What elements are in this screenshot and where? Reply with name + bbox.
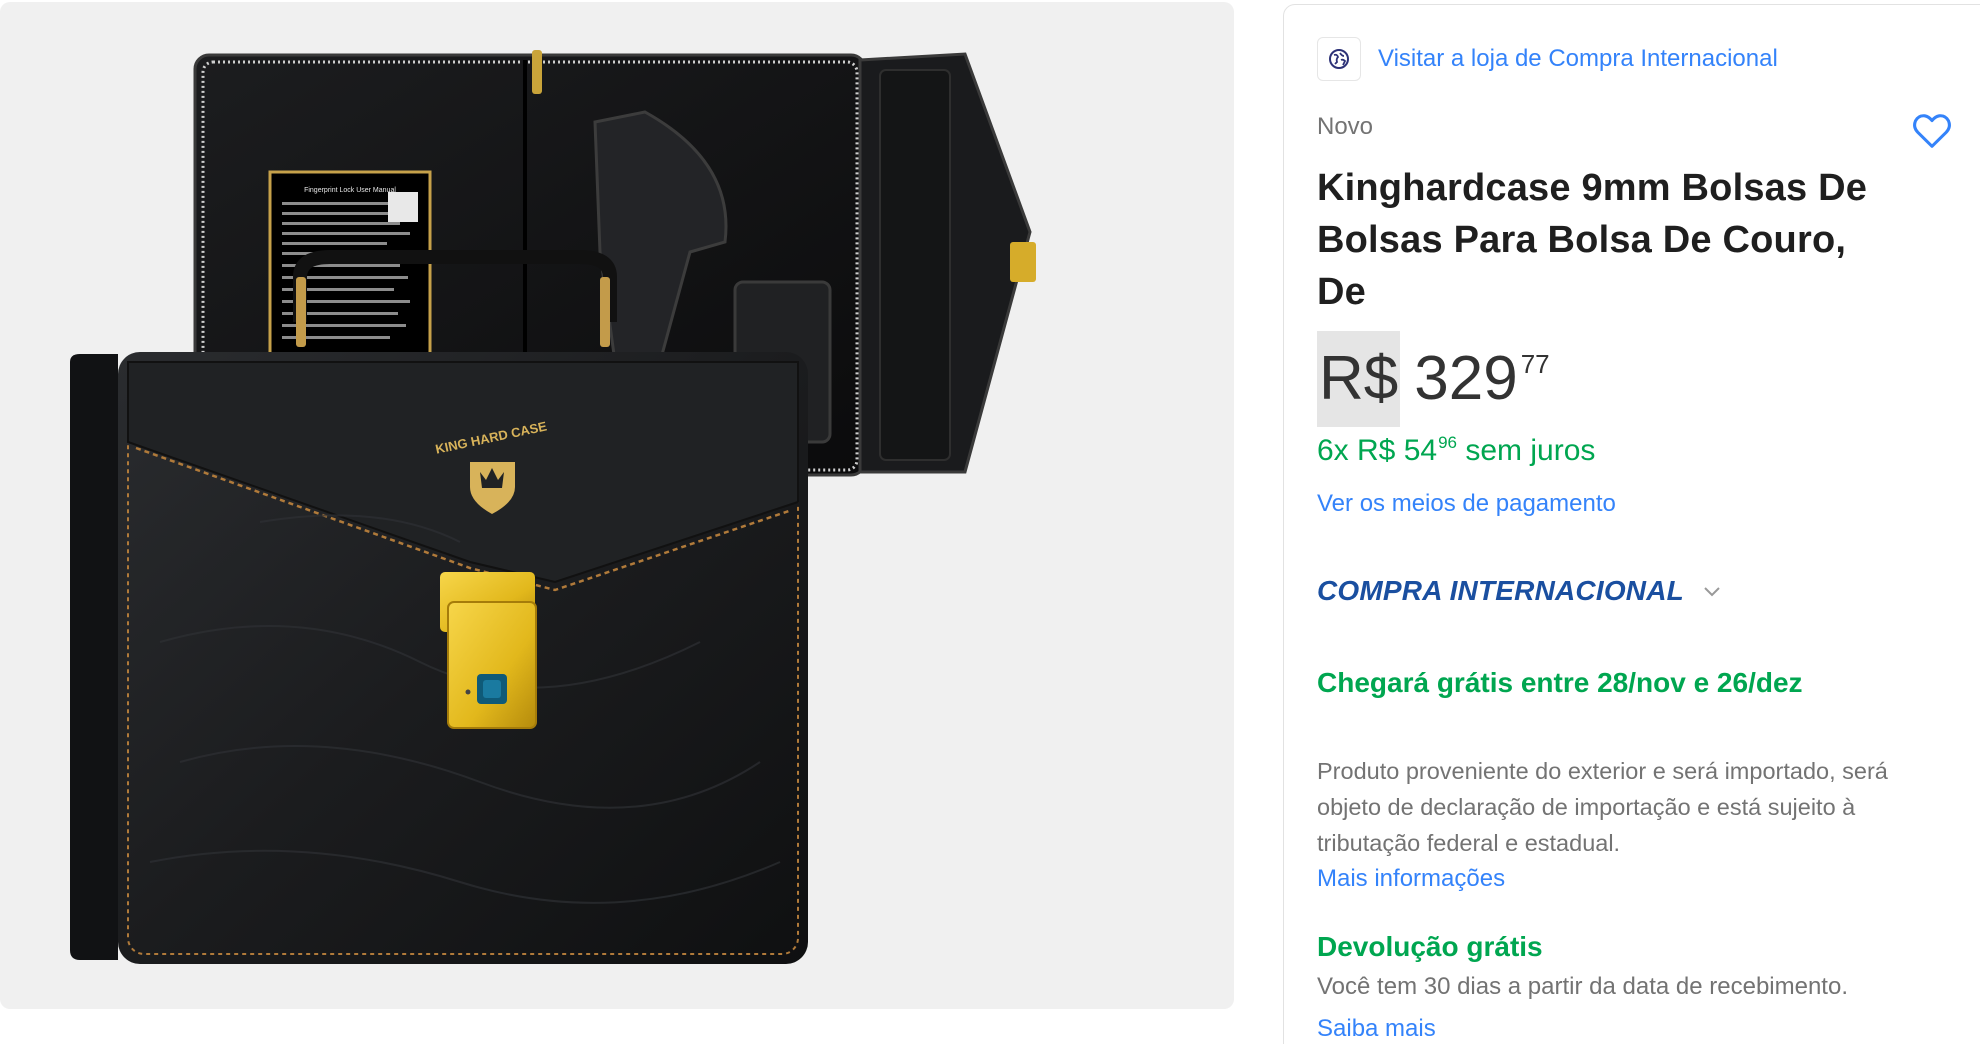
- closed-bag: KING HARD CASE: [70, 352, 808, 964]
- installments-suffix: sem juros: [1465, 434, 1596, 467]
- more-info-link[interactable]: Mais informações: [1317, 865, 1505, 893]
- product-gallery[interactable]: Fingerprint Lock User Manual KING HARD C…: [0, 2, 1234, 1009]
- product-image[interactable]: Fingerprint Lock User Manual KING HARD C…: [0, 2, 1234, 1009]
- payment-methods-link[interactable]: Ver os meios de pagamento: [1317, 490, 1616, 518]
- heart-icon[interactable]: [1909, 107, 1955, 153]
- shipping-info: Chegará grátis entre 28/nov e 26/dez: [1317, 667, 1803, 698]
- international-label: COMPRA INTERNACIONAL: [1317, 575, 1684, 606]
- chevron-down-icon[interactable]: [1702, 584, 1722, 598]
- product-info-panel: Visitar a loja de Compra Internacional N…: [1283, 4, 1980, 1044]
- price-cents: 77: [1520, 349, 1550, 379]
- installments-amount: 6x R$ 54: [1317, 434, 1438, 467]
- price-integer: 329: [1414, 344, 1518, 413]
- learn-more-link[interactable]: Saiba mais: [1317, 1015, 1436, 1043]
- store-row: Visitar a loja de Compra Internacional: [1317, 37, 1778, 81]
- visit-store-link[interactable]: Visitar a loja de Compra Internacional: [1378, 45, 1778, 73]
- price-currency: R$: [1317, 331, 1401, 427]
- price: R$ 329 77: [1317, 331, 1550, 427]
- installments: 6x R$ 5496 sem juros: [1317, 433, 1595, 468]
- international-dropdown[interactable]: COMPRA INTERNACIONAL: [1317, 575, 1722, 607]
- import-notice: Produto proveniente do exterior e será i…: [1317, 758, 1888, 856]
- manual-heading: Fingerprint Lock User Manual: [304, 187, 396, 194]
- installments-cents: 96: [1438, 433, 1457, 452]
- product-title: Kinghardcase 9mm Bolsas De Bolsas Para B…: [1317, 167, 1868, 313]
- product-page: Fingerprint Lock User Manual KING HARD C…: [0, 0, 1980, 1044]
- globe-icon[interactable]: [1317, 37, 1361, 81]
- return-policy-text: Você tem 30 dias a partir da data de rec…: [1317, 973, 1848, 1000]
- condition-label: Novo: [1317, 113, 1374, 140]
- free-return-title: Devolução grátis: [1317, 931, 1543, 962]
